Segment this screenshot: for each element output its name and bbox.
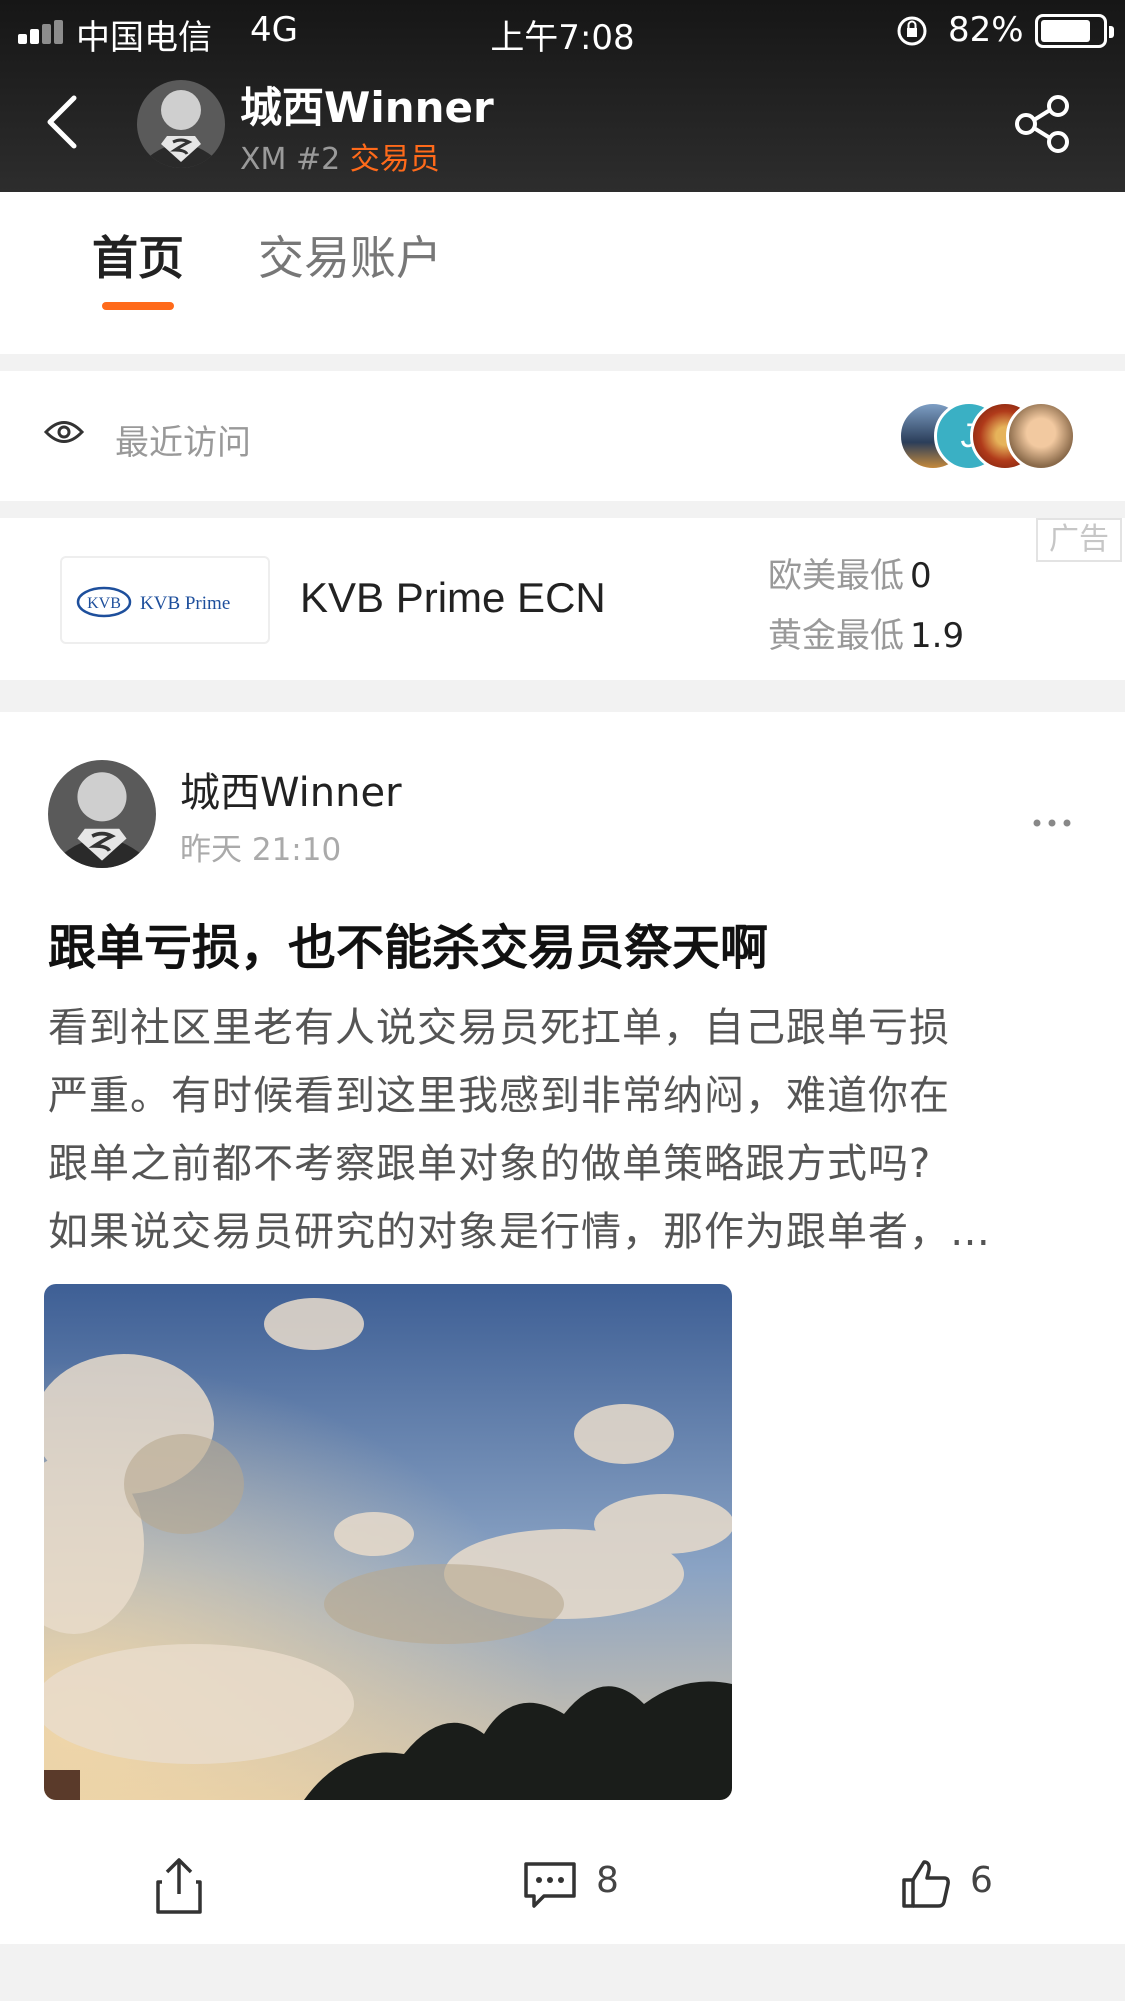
post-image[interactable] bbox=[44, 1284, 732, 1800]
back-icon[interactable] bbox=[40, 92, 84, 152]
visitor-avatars[interactable]: J bbox=[898, 401, 1088, 473]
active-tab-indicator bbox=[102, 302, 174, 310]
post-actions: 8 6 bbox=[0, 1824, 1125, 1934]
broker-name: XM bbox=[240, 142, 287, 177]
post-title[interactable]: 跟单亏损，也不能杀交易员祭天啊 bbox=[48, 908, 768, 978]
comment-icon[interactable] bbox=[522, 1860, 578, 1910]
broker-name: KVB Prime ECN bbox=[300, 574, 606, 621]
share-post-icon[interactable] bbox=[154, 1856, 204, 1916]
svg-text:KVB Prime: KVB Prime bbox=[140, 593, 230, 614]
recent-visits-label: 最近访问 bbox=[115, 423, 251, 463]
kvb-logo: KVB KVB Prime bbox=[60, 556, 270, 644]
status-bar: 中国电信 4G 上午7:08 82% bbox=[0, 0, 1125, 60]
post-author[interactable]: 城西Winner bbox=[180, 760, 402, 818]
like-count: 6 bbox=[970, 1860, 993, 1901]
recent-visits-row[interactable]: 最近访问 J bbox=[0, 371, 1125, 501]
ad-banner[interactable]: KVB KVB Prime KVB Prime ECN 欧美最低 0 黄金最低 1.… bbox=[0, 518, 1125, 680]
trader-name: 城西Winner bbox=[240, 83, 494, 132]
ad-tag: 广告 bbox=[1036, 518, 1122, 562]
visitor-avatar bbox=[1006, 401, 1076, 471]
comment-count: 8 bbox=[596, 1860, 619, 1901]
trader-role: 交易员 bbox=[349, 142, 440, 177]
post-body-line: 如果说交易员研究的对象是行情，那作为跟单者，… bbox=[48, 1209, 991, 1255]
post-body-line: 看到社区里老有人说交易员死扛单，自己跟单亏损 bbox=[48, 1005, 950, 1051]
tab-trading-account[interactable]: 交易账户 bbox=[258, 222, 442, 288]
screen: 中国电信 4G 上午7:08 82% 城西Winner XM #2 交易员 首页… bbox=[0, 0, 1125, 2001]
tab-bar: 首页 交易账户 bbox=[0, 192, 1125, 354]
spread-gold: 黄金最低 1.9 bbox=[768, 616, 965, 656]
spread-eurusd: 欧美最低 0 bbox=[768, 556, 932, 596]
author-avatar[interactable] bbox=[48, 760, 156, 868]
battery-icon bbox=[1035, 14, 1114, 48]
tab-home[interactable]: 首页 bbox=[92, 222, 184, 288]
battery-percent: 82% bbox=[948, 10, 1024, 50]
post-body[interactable]: 看到社区里老有人说交易员死扛单，自己跟单亏损 严重。有时候看到这里我感到非常纳闷… bbox=[48, 994, 1088, 1266]
avatar[interactable] bbox=[137, 80, 225, 168]
post-body-line: 跟单之前都不考察跟单对象的做单策略跟方式吗? bbox=[48, 1141, 932, 1187]
post-body-line: 严重。有时候看到这里我感到非常纳闷，难道你在 bbox=[48, 1073, 950, 1119]
rotation-lock-icon bbox=[897, 16, 927, 46]
post-time: 昨天 21:10 bbox=[180, 832, 342, 868]
more-options-icon[interactable] bbox=[1032, 818, 1072, 828]
svg-text:KVB: KVB bbox=[87, 595, 121, 612]
trader-rank: #2 bbox=[295, 142, 341, 177]
eye-icon bbox=[44, 421, 84, 443]
trader-meta: XM #2 交易员 bbox=[240, 134, 440, 178]
thumbs-up-icon[interactable] bbox=[900, 1858, 952, 1910]
share-icon[interactable] bbox=[1012, 92, 1076, 156]
top-bar: 中国电信 4G 上午7:08 82% 城西Winner XM #2 交易员 bbox=[0, 0, 1125, 192]
post-card[interactable]: 城西Winner 昨天 21:10 跟单亏损，也不能杀交易员祭天啊 看到社区里老… bbox=[0, 712, 1125, 1944]
